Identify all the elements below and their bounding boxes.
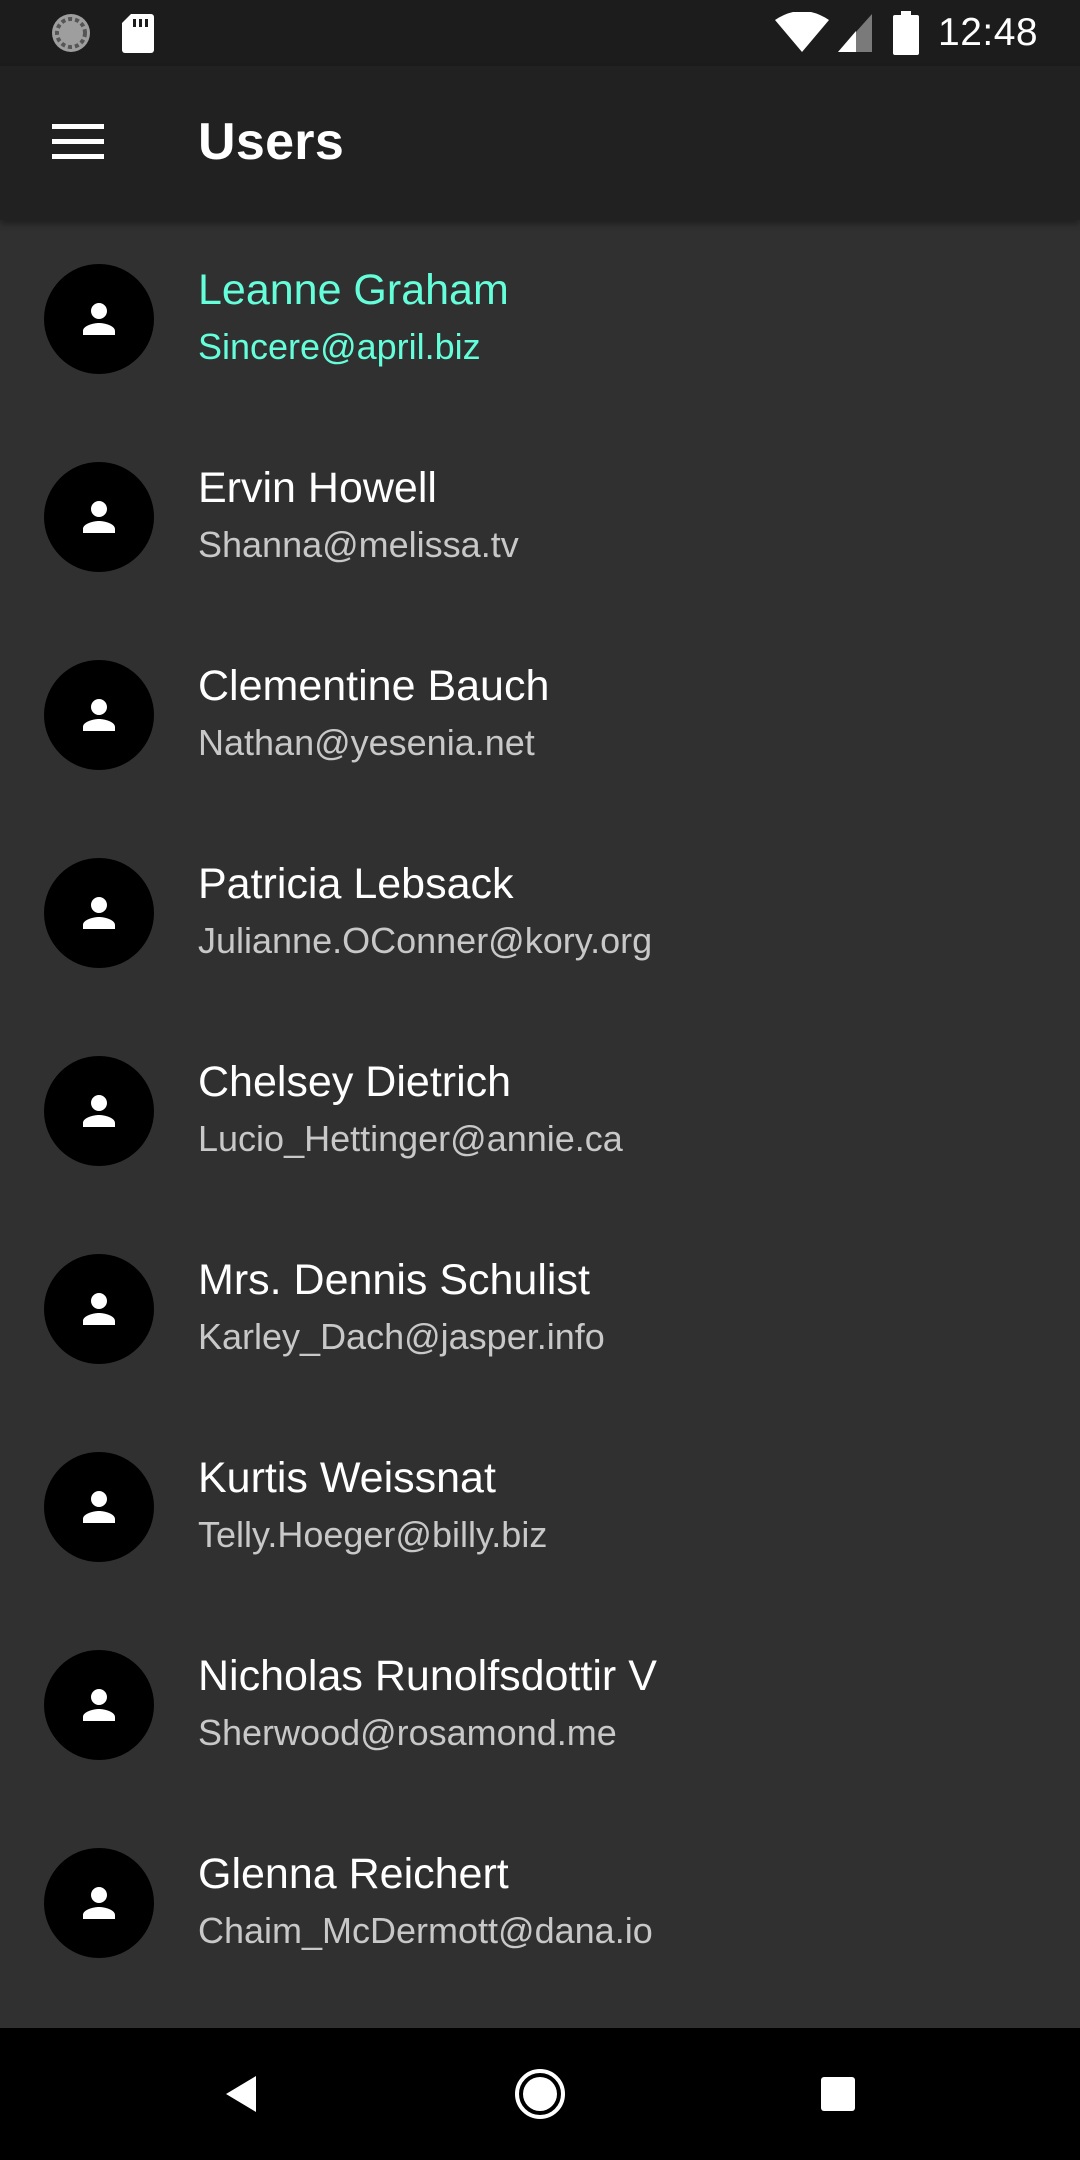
navigation-bar [0,2028,1080,2160]
user-list-item[interactable]: Patricia Lebsack Julianne.OConner@kory.o… [0,814,1080,1012]
status-bar: 12:48 [0,0,1080,66]
user-name: Mrs. Dennis Schulist [198,1256,590,1304]
loading-icon [50,12,92,54]
page-title: Users [198,113,345,171]
avatar [44,1650,154,1760]
avatar [44,1452,154,1562]
user-list-item[interactable]: Leanne Graham Sincere@april.biz [0,220,1080,418]
avatar [44,1254,154,1364]
person-icon [83,1491,115,1523]
back-icon [226,2076,256,2112]
user-name: Ervin Howell [198,464,437,512]
person-icon [83,1689,115,1721]
user-list: Leanne Graham Sincere@april.biz Ervin Ho… [0,220,1080,2028]
user-list-item[interactable]: Mrs. Dennis Schulist Karley_Dach@jasper.… [0,1210,1080,1408]
avatar [44,1056,154,1166]
avatar [44,264,154,374]
users-screen: 12:48 Users Leanne Graham Sincere@april.… [0,0,1080,2160]
user-list-item[interactable]: Kurtis Weissnat Telly.Hoeger@billy.biz [0,1408,1080,1606]
user-name: Patricia Lebsack [198,860,514,908]
recents-icon [821,2077,855,2111]
user-list-item[interactable]: Chelsey Dietrich Lucio_Hettinger@annie.c… [0,1012,1080,1210]
person-icon [83,699,115,731]
avatar [44,1848,154,1958]
avatar [44,858,154,968]
user-email: Julianne.OConner@kory.org [198,920,653,961]
person-icon [83,1887,115,1919]
user-email: Telly.Hoeger@billy.biz [198,1514,548,1555]
user-name: Clementine Bauch [198,662,550,710]
home-button[interactable] [500,2054,580,2134]
user-email: Sherwood@rosamond.me [198,1712,617,1753]
user-name: Leanne Graham [198,266,509,314]
user-email: Karley_Dach@jasper.info [198,1316,605,1357]
person-icon [83,1095,115,1127]
user-name: Chelsey Dietrich [198,1058,512,1106]
user-list-item[interactable]: Clementine Bauch Nathan@yesenia.net [0,616,1080,814]
user-list-item[interactable]: Nicholas Runolfsdottir V Sherwood@rosamo… [0,1606,1080,1804]
home-icon [515,2069,565,2119]
user-email: Nathan@yesenia.net [198,722,535,763]
recents-button[interactable] [798,2054,878,2134]
person-icon [83,1293,115,1325]
user-name: Nicholas Runolfsdottir V [198,1652,657,1700]
cell-signal-icon [836,12,872,54]
user-list-item[interactable]: Glenna Reichert Chaim_McDermott@dana.io [0,1804,1080,2002]
user-name: Glenna Reichert [198,1850,509,1898]
person-icon [83,897,115,929]
wifi-icon [774,11,830,54]
user-email: Shanna@melissa.tv [198,524,519,565]
sd-card-icon [121,12,155,54]
avatar [44,462,154,572]
user-email: Lucio_Hettinger@annie.ca [198,1118,623,1159]
status-time: 12:48 [938,11,1039,54]
back-button[interactable] [202,2054,282,2134]
avatar [44,660,154,770]
user-name: Kurtis Weissnat [198,1454,496,1502]
app-bar: Users [0,66,1080,220]
menu-button[interactable] [38,102,118,182]
user-email: Sincere@april.biz [198,326,481,367]
user-list-item[interactable]: Ervin Howell Shanna@melissa.tv [0,418,1080,616]
user-email: Chaim_McDermott@dana.io [198,1910,653,1951]
person-icon [83,303,115,335]
battery-icon [893,11,919,55]
person-icon [83,501,115,533]
